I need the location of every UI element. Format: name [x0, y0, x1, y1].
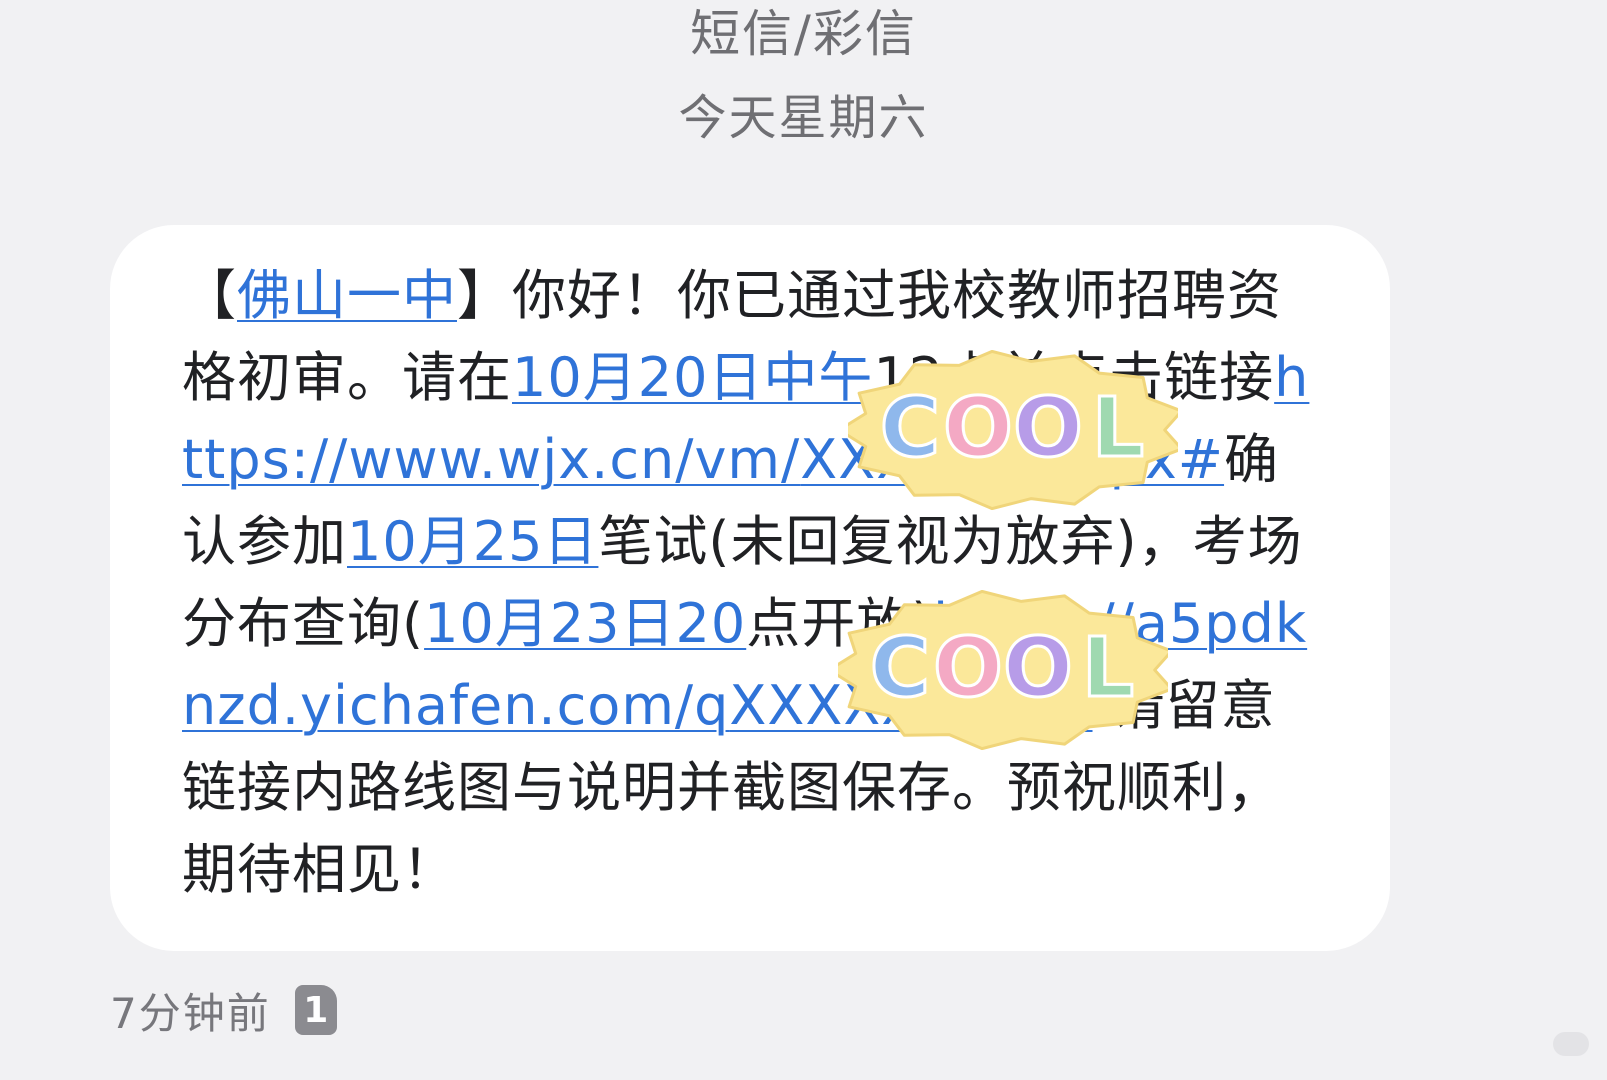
- sticker-letter: O: [1013, 381, 1083, 476]
- message-text-segment: 【: [182, 264, 237, 327]
- message-link[interactable]: 10月25日: [347, 510, 598, 573]
- message-time: 7分钟前: [110, 988, 271, 1038]
- message-bubble[interactable]: 【佛山一中】你好！你已通过我校教师招聘资格初审。请在10月20日中午12点前点击…: [110, 225, 1390, 951]
- sticker-letter: C: [880, 381, 940, 476]
- cool-sticker: COOL: [848, 350, 1178, 510]
- sticker-letter: L: [1092, 381, 1144, 476]
- message-link[interactable]: 10月20日中午: [512, 346, 873, 409]
- message-type-label: 短信/彩信: [690, 5, 917, 63]
- date-separator: 今天星期六: [678, 90, 929, 146]
- sticker-letter: O: [1003, 621, 1073, 716]
- scroll-indicator: [1553, 1032, 1589, 1056]
- message-meta: 7分钟前 1: [110, 978, 337, 1042]
- message-link[interactable]: 10月23日20: [424, 592, 746, 655]
- message-link[interactable]: 佛山一中: [237, 264, 457, 327]
- cool-sticker: COOL: [838, 590, 1168, 750]
- sim-card-icon: 1: [294, 985, 337, 1035]
- sticker-letter: O: [943, 381, 1013, 476]
- sticker-letter: O: [933, 621, 1003, 716]
- sticker-letter: L: [1082, 621, 1134, 716]
- sms-thread-screen: 短信/彩信 今天星期六 【佛山一中】你好！你已通过我校教师招聘资格初审。请在10…: [0, 0, 1607, 1080]
- sticker-letter: C: [870, 621, 930, 716]
